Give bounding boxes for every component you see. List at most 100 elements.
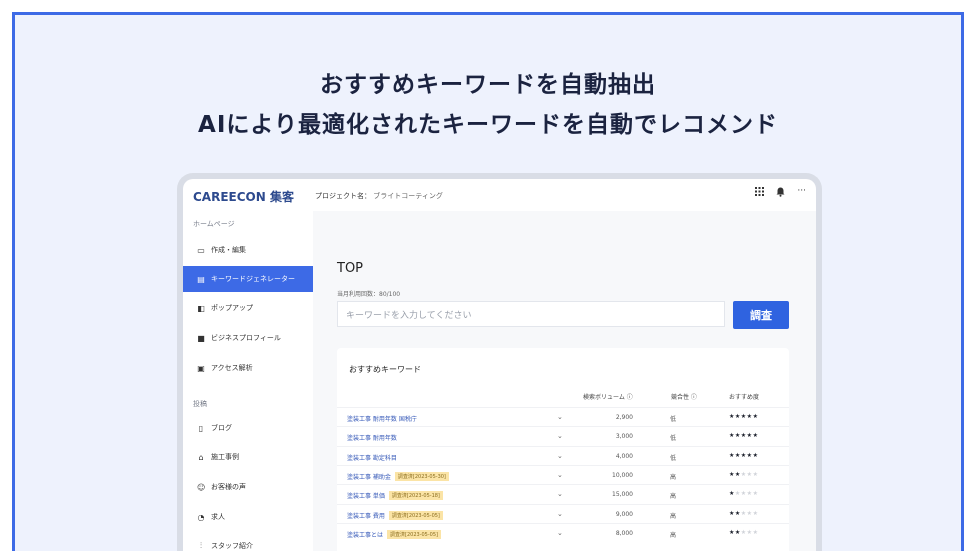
keyword-cell[interactable]: 塗装工事 耐用年数 国税庁 xyxy=(347,414,417,423)
sidebar-item-edit[interactable]: ▭ 作成・編集 xyxy=(183,237,313,263)
table-row[interactable]: 塗装工事 費用 調査済[2023-05-05] ⌄ 9,000 高 ★★★★★ xyxy=(337,503,789,523)
researched-tag: 調査済[2023-05-18] xyxy=(388,491,443,501)
keyword-cell[interactable]: 塗装工事 補助金 調査済[2023-05-30] xyxy=(347,471,449,481)
sidebar-item-cases[interactable]: ⌂ 施工事例 xyxy=(183,444,313,470)
more-icon[interactable]: ··· xyxy=(797,187,806,200)
chevron-down-icon[interactable]: ⌄ xyxy=(557,413,563,421)
sidebar-item-staff[interactable]: ⫶ スタッフ紹介 xyxy=(183,533,313,551)
chevron-down-icon[interactable]: ⌄ xyxy=(557,490,563,498)
keyword-text: 塗装工事 勘定科目 xyxy=(347,454,397,462)
sidebar-section-home: ホームページ xyxy=(193,220,235,228)
competition-cell: 高 xyxy=(670,531,677,539)
analytics-icon: ▣ xyxy=(197,363,205,373)
volume-cell: 15,000 xyxy=(612,491,633,499)
sidebar-item-label: ブログ xyxy=(211,424,232,432)
top-bar: CAREECON 集客 プロジェクト名： ブライトコーティング ··· xyxy=(183,179,816,211)
sidebar-item-label: ビジネスプロフィール xyxy=(211,334,281,342)
project-value: ブライトコーティング xyxy=(373,192,443,200)
competition-cell: 高 xyxy=(670,512,677,520)
volume-cell: 2,900 xyxy=(615,414,633,421)
sidebar: ホームページ ▭ 作成・編集 ▤ キーワードジェネレーター ◧ ポップアップ ■… xyxy=(183,211,313,551)
star-icon: ★ xyxy=(752,432,759,440)
promo-frame: おすすめキーワードを自動抽出 AIにより最適化されたキーワードを自動でレコメンド… xyxy=(12,12,964,551)
keyword-cell[interactable]: 塗装工事 勘定科目 xyxy=(347,453,397,462)
volume-cell: 9,000 xyxy=(615,510,633,518)
logo-text: CAREECON xyxy=(193,190,266,204)
logo-suffix: 集客 xyxy=(269,190,294,204)
chevron-down-icon[interactable]: ⌄ xyxy=(557,471,563,479)
sidebar-item-popup[interactable]: ◧ ポップアップ xyxy=(183,295,313,321)
star-icon: ★ xyxy=(752,509,759,517)
sidebar-item-label: ポップアップ xyxy=(211,304,253,312)
sidebar-item-blog[interactable]: ▯ ブログ xyxy=(183,415,313,441)
volume-cell: 4,000 xyxy=(615,452,633,460)
job-icon: ◔ xyxy=(197,512,205,522)
star-icon: ★ xyxy=(752,470,759,478)
sidebar-item-label: お客様の声 xyxy=(211,483,246,491)
keyword-cell[interactable]: 塗装工事 単価 調査済[2023-05-18] xyxy=(347,491,443,501)
blog-icon: ▯ xyxy=(198,423,204,433)
column-volume: 検索ボリューム ⓘ xyxy=(583,394,633,401)
keyword-cell[interactable]: 塗装工事 費用 調査済[2023-05-05] xyxy=(347,510,443,520)
house-icon: ⌂ xyxy=(198,452,204,462)
star-icon: ★ xyxy=(752,528,759,536)
headline-main: おすすめキーワードを自動抽出 xyxy=(320,72,656,98)
table-row[interactable]: 塗装工事とは 調査済[2023-05-05] ⌄ 8,000 高 ★★★★★ xyxy=(337,522,789,542)
staff-icon: ⫶ xyxy=(200,541,202,550)
recommend-stars: ★★★★★ xyxy=(729,471,758,478)
chevron-down-icon[interactable]: ⌄ xyxy=(557,510,563,518)
table-row[interactable]: 塗装工事 補助金 調査済[2023-05-30] ⌄ 10,000 高 ★★★★★ xyxy=(337,464,789,484)
search-button[interactable]: 調査 xyxy=(733,301,789,329)
volume-cell: 3,000 xyxy=(615,433,633,441)
keyword-cell[interactable]: 塗装工事 耐用年数 xyxy=(347,433,397,442)
keyword-search-input[interactable]: キーワードを入力してください xyxy=(337,301,725,327)
table-row[interactable]: 塗装工事 耐用年数 ⌄ 3,000 低 ★★★★★ xyxy=(337,426,789,445)
recommend-stars: ★★★★★ xyxy=(729,452,758,459)
competition-cell: 高 xyxy=(670,473,677,481)
keyword-cell[interactable]: 塗装工事とは 調査済[2023-05-05] xyxy=(347,529,441,539)
chevron-down-icon[interactable]: ⌄ xyxy=(557,529,563,537)
sidebar-item-label: 作成・編集 xyxy=(211,246,246,254)
sidebar-item-label: 求人 xyxy=(211,513,225,521)
competition-cell: 低 xyxy=(670,454,677,462)
main-content: TOP 当月利用回数：80/100 キーワードを入力してください 調査 おすすめ… xyxy=(313,211,816,551)
sidebar-item-business-profile[interactable]: ■ ビジネスプロフィール xyxy=(183,325,313,351)
sidebar-item-jobs[interactable]: ◔ 求人 xyxy=(183,504,313,530)
keyword-text: 塗装工事とは xyxy=(347,531,384,539)
project-label: プロジェクト名： xyxy=(315,192,371,200)
page-title: TOP xyxy=(337,261,364,276)
sidebar-item-label: スタッフ紹介 xyxy=(211,542,253,550)
top-icons: ··· xyxy=(755,187,806,200)
sidebar-item-testimonials[interactable]: ☺ お客様の声 xyxy=(183,474,313,500)
recommend-stars: ★★★★★ xyxy=(729,510,758,517)
table-row[interactable]: 塗装工事 単価 調査済[2023-05-18] ⌄ 15,000 高 ★★★★★ xyxy=(337,484,789,503)
recommended-keywords-card: おすすめキーワード 検索ボリューム ⓘ 競合性 ⓘ おすすめ度 塗装工事 耐用年… xyxy=(337,348,789,551)
competition-cell: 低 xyxy=(670,435,677,443)
volume-cell: 8,000 xyxy=(615,529,633,537)
sidebar-item-analytics[interactable]: ▣ アクセス解析 xyxy=(183,355,313,381)
star-icon: ★ xyxy=(752,451,759,459)
people-icon: ☺ xyxy=(197,482,206,492)
app-logo[interactable]: CAREECON 集客 xyxy=(193,188,294,205)
app-window: CAREECON 集客 プロジェクト名： ブライトコーティング ··· ホームペ… xyxy=(177,173,822,551)
usage-count: 当月利用回数：80/100 xyxy=(337,291,401,298)
bell-icon[interactable] xyxy=(776,187,785,200)
sidebar-item-label: アクセス解析 xyxy=(211,364,253,372)
table-row[interactable]: 塗装工事 耐用年数 国税庁 ⌄ 2,900 低 ★★★★★ xyxy=(337,407,789,426)
table-header: 検索ボリューム ⓘ 競合性 ⓘ おすすめ度 xyxy=(337,392,789,404)
chevron-down-icon[interactable]: ⌄ xyxy=(557,452,563,460)
sidebar-item-label: キーワードジェネレーター xyxy=(211,275,295,283)
star-icon: ★ xyxy=(752,490,759,498)
chevron-down-icon[interactable]: ⌄ xyxy=(557,432,563,440)
competition-cell: 低 xyxy=(670,416,677,423)
monitor-icon: ▭ xyxy=(197,245,205,255)
project-name: プロジェクト名： ブライトコーティング xyxy=(315,191,443,201)
researched-tag: 調査済[2023-05-05] xyxy=(388,510,443,520)
sidebar-section-posts: 投稿 xyxy=(193,400,207,408)
headline-sub: AIにより最適化されたキーワードを自動でレコメンド xyxy=(198,112,778,138)
sidebar-item-keyword-generator[interactable]: ▤ キーワードジェネレーター xyxy=(183,266,313,292)
keyword-text: 塗装工事 耐用年数 xyxy=(347,435,397,443)
table-row[interactable]: 塗装工事 勘定科目 ⌄ 4,000 低 ★★★★★ xyxy=(337,445,789,465)
grid-icon[interactable] xyxy=(755,187,765,200)
keyword-text: 塗装工事 費用 xyxy=(347,512,385,520)
